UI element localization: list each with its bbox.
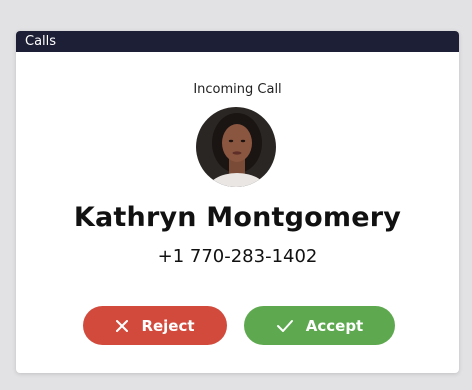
calls-window: Calls Incoming Call Kathryn Montgomery +…: [16, 31, 459, 373]
reject-button[interactable]: Reject: [83, 306, 227, 345]
caller-phone-number: +1 770-283-1402: [157, 246, 318, 267]
check-icon: [276, 319, 293, 332]
incoming-call-panel: Incoming Call Kathryn Montgomery +1 770-: [16, 52, 459, 373]
caller-name: Kathryn Montgomery: [73, 202, 402, 233]
accept-button[interactable]: Accept: [244, 306, 395, 345]
caller-avatar: [196, 107, 276, 187]
reject-label: Reject: [141, 316, 195, 335]
incoming-call-heading: Incoming Call: [193, 82, 282, 97]
caller-photo: [196, 107, 276, 187]
window-title: Calls: [16, 31, 459, 52]
close-icon: [116, 319, 129, 332]
accept-label: Accept: [305, 316, 364, 335]
